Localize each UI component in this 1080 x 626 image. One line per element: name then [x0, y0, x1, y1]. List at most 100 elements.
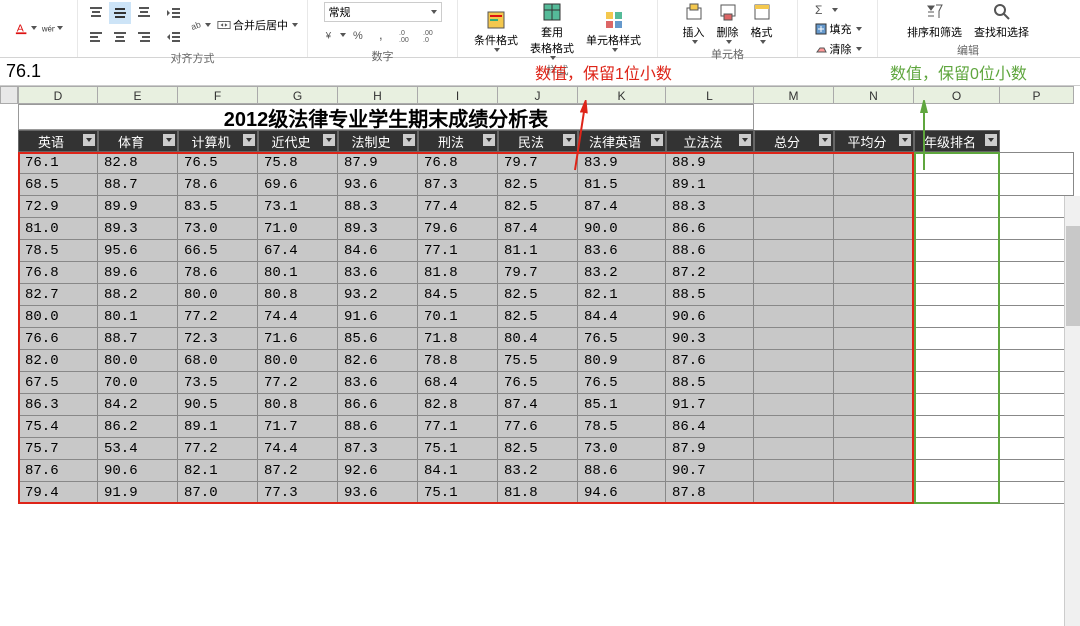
cell[interactable]: 82.8	[418, 394, 498, 416]
increase-indent-icon[interactable]	[163, 26, 185, 48]
header-8[interactable]: 立法法	[666, 130, 754, 152]
cell[interactable]	[834, 284, 914, 306]
cell[interactable]	[754, 394, 834, 416]
cell[interactable]: 53.4	[98, 438, 178, 460]
cell[interactable]: 88.5	[666, 372, 754, 394]
filter-icon[interactable]	[739, 134, 751, 146]
cell[interactable]	[754, 416, 834, 438]
cell[interactable]	[834, 394, 914, 416]
col-header-K[interactable]: K	[578, 86, 666, 104]
header-3[interactable]: 近代史	[258, 130, 338, 152]
cell[interactable]	[1000, 152, 1074, 174]
cell[interactable]: 93.6	[338, 174, 418, 196]
sort-filter-button[interactable]: 排序和筛选	[903, 2, 966, 40]
cell[interactable]	[1000, 394, 1074, 416]
number-format-select[interactable]: 常规	[324, 2, 442, 22]
align-left-icon[interactable]	[85, 26, 107, 48]
cell[interactable]: 88.3	[338, 196, 418, 218]
decrease-indent-icon[interactable]	[163, 2, 185, 24]
cell[interactable]	[1000, 174, 1074, 196]
header-9[interactable]: 总分	[754, 130, 834, 152]
cell[interactable]: 71.7	[258, 416, 338, 438]
cell[interactable]: 93.6	[338, 482, 418, 504]
cell[interactable]: 87.6	[666, 350, 754, 372]
col-header-D[interactable]: D	[18, 86, 98, 104]
filter-icon[interactable]	[985, 134, 997, 146]
cell[interactable]: 89.3	[338, 218, 418, 240]
cell[interactable]: 81.8	[498, 482, 578, 504]
cell[interactable]: 76.8	[418, 152, 498, 174]
col-header-E[interactable]: E	[98, 86, 178, 104]
clear-button[interactable]: 清除	[812, 40, 864, 58]
comma-icon[interactable]: ,	[372, 24, 394, 46]
header-11[interactable]: 年级排名	[914, 130, 1000, 152]
cell[interactable]	[914, 174, 1000, 196]
cell[interactable]: 84.6	[338, 240, 418, 262]
filter-icon[interactable]	[403, 134, 415, 146]
cell[interactable]: 82.5	[498, 196, 578, 218]
cell[interactable]: 91.6	[338, 306, 418, 328]
cell[interactable]: 87.3	[338, 438, 418, 460]
cell[interactable]: 83.2	[578, 262, 666, 284]
cell[interactable]: 88.9	[666, 152, 754, 174]
cell[interactable]: 77.2	[258, 372, 338, 394]
cell[interactable]: 86.6	[666, 218, 754, 240]
cell[interactable]	[754, 152, 834, 174]
filter-icon[interactable]	[83, 134, 95, 146]
cell-styles-button[interactable]: 单元格样式	[582, 10, 645, 52]
cell[interactable]	[834, 438, 914, 460]
filter-icon[interactable]	[899, 134, 911, 146]
cell[interactable]: 68.4	[418, 372, 498, 394]
cell[interactable]	[914, 350, 1000, 372]
cell[interactable]: 90.5	[178, 394, 258, 416]
cell[interactable]: 88.7	[98, 174, 178, 196]
cell[interactable]: 86.3	[18, 394, 98, 416]
align-middle-icon[interactable]	[109, 2, 131, 24]
cell[interactable]: 85.6	[338, 328, 418, 350]
cell[interactable]	[754, 306, 834, 328]
cell[interactable]	[914, 306, 1000, 328]
cell[interactable]: 82.0	[18, 350, 98, 372]
cell[interactable]: 92.6	[338, 460, 418, 482]
cell[interactable]: 76.8	[18, 262, 98, 284]
cell[interactable]: 72.3	[178, 328, 258, 350]
cell[interactable]: 78.5	[578, 416, 666, 438]
cell[interactable]: 68.5	[18, 174, 98, 196]
header-10[interactable]: 平均分	[834, 130, 914, 152]
cell[interactable]: 90.6	[98, 460, 178, 482]
percent-icon[interactable]: %	[348, 24, 370, 46]
cell[interactable]: 79.7	[498, 262, 578, 284]
align-bottom-icon[interactable]	[133, 2, 155, 24]
cell[interactable]	[834, 460, 914, 482]
cell[interactable]	[1000, 218, 1074, 240]
cell[interactable]	[834, 152, 914, 174]
cell[interactable]: 75.8	[258, 152, 338, 174]
cell[interactable]	[914, 284, 1000, 306]
cell[interactable]: 77.4	[418, 196, 498, 218]
cell[interactable]: 77.1	[418, 416, 498, 438]
cell[interactable]: 72.9	[18, 196, 98, 218]
cell[interactable]: 84.2	[98, 394, 178, 416]
cell[interactable]: 78.5	[18, 240, 98, 262]
cell[interactable]: 82.7	[18, 284, 98, 306]
cell[interactable]: 84.4	[578, 306, 666, 328]
cell[interactable]	[834, 218, 914, 240]
cell[interactable]: 83.2	[498, 460, 578, 482]
scrollbar-thumb[interactable]	[1066, 226, 1080, 326]
select-all-corner[interactable]	[0, 86, 18, 104]
filter-icon[interactable]	[323, 134, 335, 146]
header-4[interactable]: 法制史	[338, 130, 418, 152]
cell[interactable]: 74.4	[258, 438, 338, 460]
cell[interactable]: 76.5	[578, 372, 666, 394]
data-grid[interactable]: 76.182.876.575.887.976.879.783.988.968.5…	[18, 152, 1074, 504]
cell[interactable]	[754, 284, 834, 306]
cell[interactable]: 86.4	[666, 416, 754, 438]
cell[interactable]	[914, 438, 1000, 460]
cell[interactable]	[1000, 306, 1074, 328]
font-color-icon[interactable]: A	[15, 17, 37, 39]
cell[interactable]: 77.6	[498, 416, 578, 438]
col-header-P[interactable]: P	[1000, 86, 1074, 104]
col-header-L[interactable]: L	[666, 86, 754, 104]
decrease-decimal-icon[interactable]: .00.0	[420, 24, 442, 46]
cell[interactable]: 81.1	[498, 240, 578, 262]
